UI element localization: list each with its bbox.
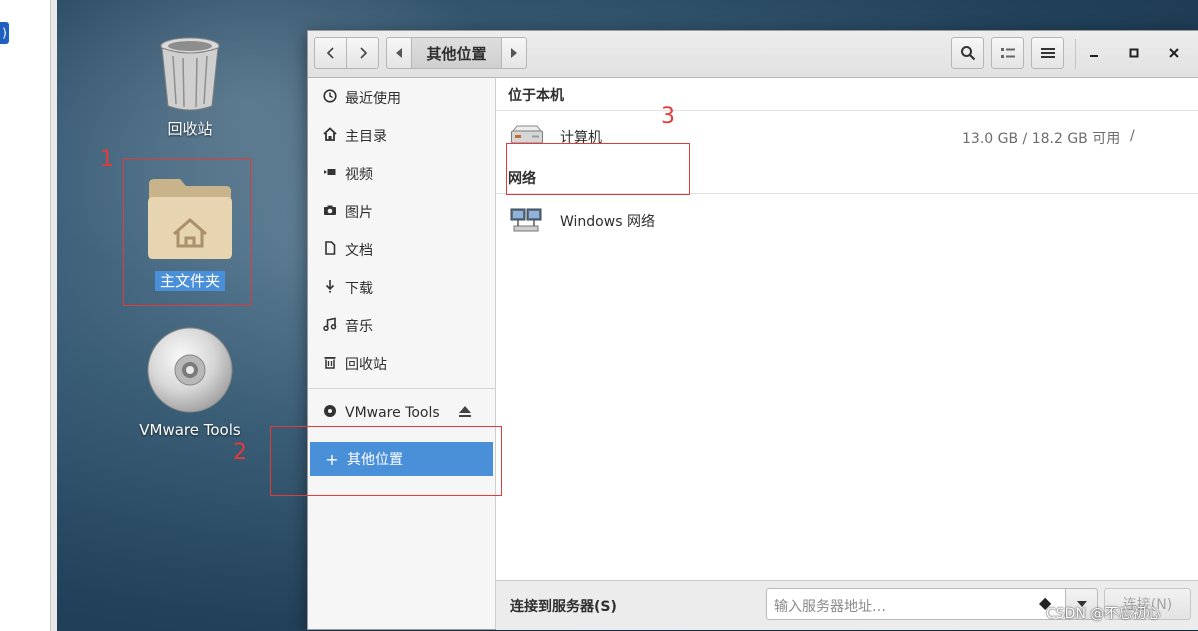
- location-row-windows-network[interactable]: Windows 网络: [496, 194, 1198, 244]
- sidebar-separator: [308, 388, 495, 389]
- sidebar-item-label: 回收站: [345, 357, 387, 373]
- path-button-label: 其他位置: [426, 44, 487, 63]
- sidebar-item-label: 下载: [345, 281, 373, 297]
- triangle-right-icon: [511, 48, 517, 58]
- search-button[interactable]: [951, 37, 984, 69]
- sidebar-item-music[interactable]: 音乐: [308, 308, 495, 344]
- trash-bin-icon: [160, 37, 220, 111]
- section-header-local: 位于本机: [508, 85, 1198, 105]
- clock-icon: [321, 89, 339, 107]
- file-manager-window: 其他位置 最近使用 主目录 视频 图片 文档 下载 音乐 回收站 VMware …: [270, 30, 1198, 630]
- disc-icon: [147, 327, 233, 413]
- sidebar-item-label: 最近使用: [345, 91, 401, 107]
- menu-button[interactable]: [1031, 37, 1064, 69]
- connect-to-server-label: 连接到服务器(S): [510, 599, 617, 615]
- video-icon: [321, 165, 339, 183]
- sidebar-item-label: 图片: [345, 205, 373, 221]
- annotation-box-2: [270, 426, 502, 496]
- annotation-box-1: [123, 158, 251, 306]
- desktop-icon-vmware-tools[interactable]: VMware Tools: [135, 326, 245, 439]
- minimize-icon: [1090, 55, 1098, 57]
- section-header-label: 位于本机: [508, 88, 564, 104]
- sidebar-item-pictures[interactable]: 图片: [308, 194, 495, 230]
- mount-path: /: [1130, 128, 1135, 144]
- sidebar-item-label: 主目录: [345, 129, 387, 145]
- path-scroll-left-button[interactable]: [386, 37, 412, 69]
- sidebar-item-recent[interactable]: 最近使用: [308, 80, 495, 116]
- server-address-field[interactable]: 输入服务器地址… ◆: [766, 588, 1066, 620]
- desktop-icon-trash[interactable]: 回收站: [145, 36, 235, 139]
- disc-icon: [321, 404, 339, 422]
- sidebar-item-home[interactable]: 主目录: [308, 118, 495, 154]
- selection-marker: ): [0, 22, 9, 44]
- header-bar: 其他位置: [308, 31, 1198, 78]
- desktop-icon-label: 回收站: [167, 120, 213, 138]
- sidebar-item-documents[interactable]: 文档: [308, 232, 495, 268]
- minimize-button[interactable]: [1078, 37, 1110, 69]
- network-name: Windows 网络: [560, 214, 655, 230]
- close-icon: [1169, 48, 1179, 58]
- annotation-number-1: 1: [100, 147, 114, 172]
- watermark: CSDN @不忘初心: [1046, 606, 1161, 622]
- triangle-left-icon: [396, 48, 402, 58]
- header-separator: [1075, 39, 1076, 69]
- path-scroll-right-button[interactable]: [501, 37, 527, 69]
- disk-usage: 13.0 GB / 18.2 GB 可用: [962, 131, 1121, 147]
- sidebar-item-label: 视频: [345, 167, 373, 183]
- sidebar-item-downloads[interactable]: 下载: [308, 270, 495, 306]
- annotation-box-3: [506, 143, 690, 195]
- annotation-number-2: 2: [233, 440, 247, 465]
- home-icon: [321, 127, 339, 145]
- forward-button[interactable]: [346, 37, 379, 69]
- music-icon: [321, 317, 339, 335]
- sidebar-item-label: 音乐: [345, 319, 373, 335]
- path-button-other-locations[interactable]: 其他位置: [411, 37, 502, 69]
- desktop-icon-label: VMware Tools: [139, 421, 241, 439]
- maximize-icon: [1129, 48, 1139, 58]
- back-button[interactable]: [314, 37, 347, 69]
- document-icon: [321, 241, 339, 259]
- view-list-button[interactable]: [991, 37, 1024, 69]
- trash-icon: [321, 355, 339, 373]
- download-icon: [321, 279, 339, 297]
- sidebar-item-label: VMware Tools: [345, 405, 440, 421]
- sidebar-item-label: 文档: [345, 243, 373, 259]
- search-icon: [960, 46, 975, 61]
- sidebar-item-trash[interactable]: 回收站: [308, 346, 495, 382]
- chevron-left-icon: [326, 47, 334, 59]
- server-address-placeholder: 输入服务器地址…: [774, 599, 886, 615]
- close-button[interactable]: [1158, 37, 1190, 69]
- hamburger-menu-icon: [1040, 48, 1055, 58]
- content-area: 位于本机 计算机 13.0 GB / 18.2 GB 可用 / 网络 Windo…: [496, 78, 1198, 630]
- network-icon: [510, 208, 542, 232]
- eject-button[interactable]: [458, 406, 472, 422]
- list-view-icon: [1000, 48, 1015, 58]
- sidebar: 最近使用 主目录 视频 图片 文档 下载 音乐 回收站 VMware Tools…: [308, 78, 496, 629]
- sidebar-item-videos[interactable]: 视频: [308, 156, 495, 192]
- eject-icon: [459, 406, 471, 417]
- annotation-number-3: 3: [661, 104, 675, 129]
- background-window-strip: ): [0, 0, 51, 631]
- chevron-right-icon: [359, 47, 367, 59]
- maximize-button[interactable]: [1118, 37, 1150, 69]
- camera-icon: [321, 203, 339, 221]
